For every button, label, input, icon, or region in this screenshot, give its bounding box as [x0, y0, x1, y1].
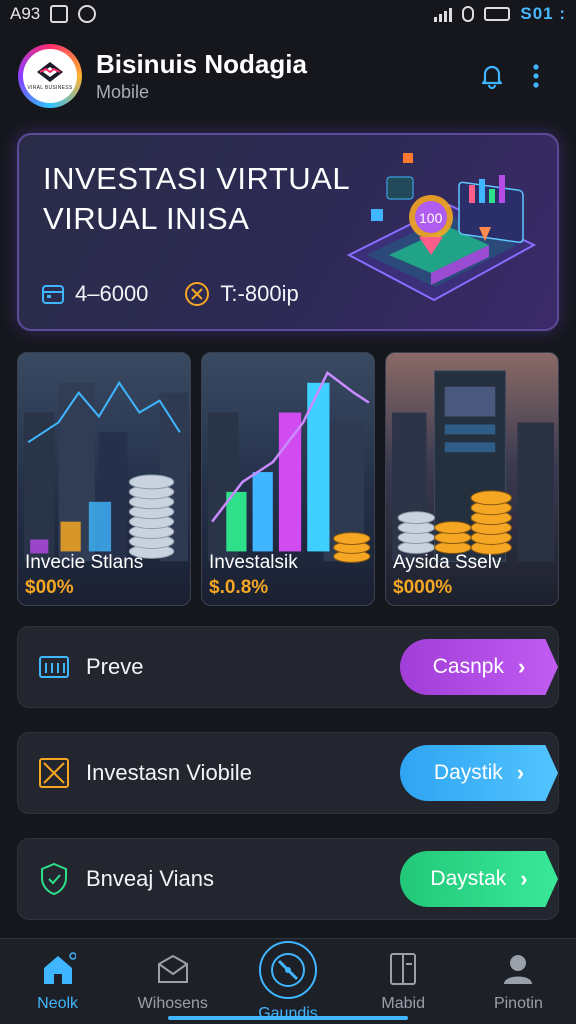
row-icon	[36, 755, 72, 791]
row-label: Preve	[86, 654, 144, 679]
feature-card-1[interactable]: Invecie Stlans $00%	[17, 352, 191, 606]
row-icon	[36, 649, 72, 685]
card-title: Investalsik	[209, 552, 298, 573]
home-icon	[38, 949, 78, 989]
hero-banner[interactable]: INVESTASI VIRTUAL VIRUAL INISA 4–6000 T:…	[17, 133, 559, 331]
nav-label: Mabid	[381, 995, 425, 1012]
nav-item-wallet[interactable]: Mabid	[346, 939, 461, 1024]
feature-card-3[interactable]: Aysida Sselv $000%	[385, 352, 559, 606]
status-bar: A93 S01 :	[0, 0, 576, 28]
hero-stat-range-value: 4–6000	[75, 281, 149, 306]
row-icon	[36, 861, 72, 897]
app-logo: VIRAL BUSINESS	[18, 44, 82, 108]
nav-label: Pinotin	[493, 995, 543, 1012]
daystak-button[interactable]: Daystak ›	[400, 851, 558, 907]
vibrate-icon	[462, 6, 475, 22]
card-value: $000%	[393, 577, 453, 598]
bottom-navigation: Neolk Wihosens Gaundis Mabid Pinotin	[0, 938, 576, 1024]
card-title: Aysida Sselv	[393, 552, 502, 573]
daystik-button[interactable]: Daystik ›	[400, 745, 558, 801]
button-label: Casnpk	[432, 655, 504, 678]
logo-caption: VIRAL BUSINESS	[27, 85, 73, 91]
profile-icon	[498, 949, 538, 989]
nav-item-home[interactable]: Neolk	[0, 939, 115, 1024]
chart-box-icon	[39, 758, 69, 788]
app-subtitle: Mobile	[96, 82, 150, 102]
chevron-right-icon: ›	[520, 866, 528, 891]
calendar-icon	[39, 656, 69, 678]
home-indicator[interactable]	[168, 1016, 408, 1020]
chevron-right-icon: ›	[517, 654, 526, 679]
battery-icon	[484, 7, 511, 21]
signal-icon	[434, 6, 453, 22]
button-label: Daystik	[433, 761, 503, 784]
feature-card-2[interactable]: Investalsik $.0.8%	[201, 352, 375, 606]
hero-title-line1: INVESTASI VIRTUAL	[43, 161, 351, 196]
hero-stats: 4–6000 T:-800ip	[41, 281, 299, 307]
nav-label: Wihosens	[137, 995, 208, 1012]
compass-icon	[259, 941, 317, 999]
list-row-investasn[interactable]: Investasn Viobile Daystik ›	[17, 732, 559, 814]
button-label: Daystak	[430, 867, 507, 890]
nav-item-messages[interactable]: Wihosens	[115, 939, 230, 1024]
shield-icon	[41, 862, 67, 896]
hero-stat-range: 4–6000	[41, 281, 148, 307]
bell-icon	[481, 65, 503, 90]
image-icon	[50, 5, 69, 23]
mail-icon	[153, 949, 193, 989]
card-value: $.0.8%	[209, 577, 269, 598]
logo-mark-icon	[37, 62, 63, 82]
timer-icon	[78, 5, 97, 23]
card-value: $00%	[25, 577, 74, 598]
list-row-bnveaj[interactable]: Bnveaj Vians Daystak ›	[17, 838, 559, 920]
nav-label: Neolk	[37, 995, 79, 1012]
row-label: Bnveaj Vians	[86, 866, 215, 891]
status-carrier-text: A93	[10, 4, 41, 23]
more-menu-button[interactable]	[514, 54, 558, 98]
nav-item-compass[interactable]: Gaundis	[230, 939, 345, 1024]
nav-item-profile[interactable]: Pinotin	[461, 939, 576, 1024]
isometric-dashboard-illustration: 100	[346, 153, 537, 302]
calendar-icon	[42, 285, 64, 304]
hero-art-label: 100	[419, 210, 443, 226]
chevron-right-icon: ›	[516, 760, 525, 785]
cashpk-button[interactable]: Casnpk ›	[400, 639, 558, 695]
app-title: Bisinuis Nodagia	[96, 49, 307, 79]
notification-button[interactable]	[470, 54, 514, 98]
feature-cards: Invecie Stlans $00% Investalsik $.0.8% A…	[17, 352, 559, 606]
hero-title-line2: VIRUAL INISA	[43, 201, 250, 236]
hero-stat-target-value: T:-800ip	[220, 281, 299, 306]
hero-stat-target: T:-800ip	[184, 281, 299, 307]
target-icon	[185, 282, 210, 306]
hero-title: INVESTASI VIRTUAL VIRUAL INISA	[43, 159, 350, 239]
nav-label: Gaundis	[258, 1005, 318, 1022]
wallet-icon	[383, 949, 423, 989]
status-time: S01 :	[520, 4, 566, 23]
card-title: Invecie Stlans	[25, 552, 144, 573]
row-label: Investasn Viobile	[86, 760, 252, 785]
app-header: VIRAL BUSINESS Bisinuis Nodagia Mobile	[0, 36, 576, 116]
more-vertical-icon	[533, 64, 539, 88]
list-row-preve[interactable]: Preve Casnpk ›	[17, 626, 559, 708]
